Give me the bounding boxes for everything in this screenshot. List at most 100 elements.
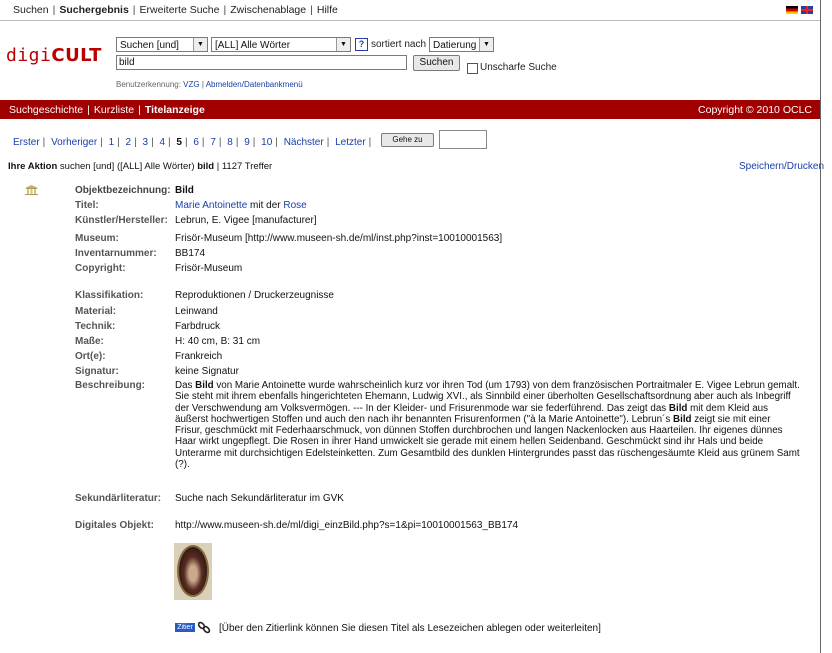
search-field-value: [ALL] Alle Wörter	[215, 40, 291, 51]
field-value-signatur: keine Signatur	[175, 366, 239, 377]
pager-page-8[interactable]: 8	[227, 137, 233, 148]
page-frame: Suchen | Suchergebnis | Erweiterte Suche | Zwi…	[0, 0, 824, 653]
separator: |	[42, 137, 46, 148]
goto-page-input[interactable]	[439, 130, 487, 149]
result-navbar: Suchgeschichte | Kurzliste | Titelanzeige Co…	[0, 100, 820, 119]
action-summary: Ihre Aktion suchen [und] ([ALL] Alle Wör…	[8, 161, 272, 172]
field-label-klassifikation: Klassifikation:	[75, 290, 144, 301]
search-mode-select[interactable]: Suchen [und] ▼	[116, 37, 208, 52]
pager-page-7[interactable]: 7	[210, 137, 216, 148]
field-label-signatur: Signatur:	[75, 366, 119, 377]
title-link-marie-antoinette[interactable]: Marie Antoinette	[175, 200, 247, 211]
pager-next[interactable]: Nächster	[284, 137, 324, 148]
artist-link[interactable]: Lebrun, E. Vigee [manufacturer]	[175, 215, 317, 226]
field-value-technik: Farbdruck	[175, 321, 221, 332]
separator: |	[252, 137, 256, 148]
pager-page-6[interactable]: 6	[193, 137, 199, 148]
action-label: Ihre Aktion	[8, 161, 58, 172]
desc-highlight: Bild	[673, 413, 692, 425]
separator: |	[87, 104, 90, 116]
pager-last[interactable]: Letzter	[335, 137, 366, 148]
secondary-literature-link[interactable]: Suche nach Sekundärliteratur im GVK	[175, 493, 344, 504]
user-line: Benutzerkennung: VZG | Abmelden/Datenban…	[116, 80, 303, 89]
action-term: bild	[197, 161, 215, 172]
field-label-beschreibung: Beschreibung:	[75, 380, 146, 391]
chevron-down-icon: ▼	[193, 38, 207, 51]
museum-object-icon	[25, 185, 38, 195]
nav-hilfe[interactable]: Hilfe	[317, 4, 338, 16]
logo-part2: CULT	[51, 45, 102, 66]
separator: |	[216, 161, 220, 172]
nav-suchgeschichte[interactable]: Suchgeschichte	[9, 104, 83, 116]
pager-page-9[interactable]: 9	[244, 137, 250, 148]
field-label-material: Material:	[75, 306, 117, 317]
field-label-ort: Ort(e):	[75, 351, 106, 362]
top-navigation: Suchen | Suchergebnis | Erweiterte Suche | Zwi…	[0, 0, 820, 21]
separator: |	[368, 137, 372, 148]
chevron-down-icon: ▼	[336, 38, 350, 51]
logout-link[interactable]: Abmelden/Datenbankmenü	[206, 80, 303, 89]
title-text: mit der	[247, 200, 284, 211]
field-value-copyright: Frisör-Museum	[175, 263, 243, 274]
field-value-masse: H: 40 cm, B: 31 cm	[175, 336, 261, 347]
title-link-rose[interactable]: Rose	[283, 200, 306, 211]
pager-page-10[interactable]: 10	[261, 137, 272, 148]
nav-suchen[interactable]: Suchen	[13, 4, 49, 16]
separator: |	[100, 137, 103, 148]
museum-link[interactable]: Frisör-Museum [http://www.museen-sh.de/m…	[175, 233, 502, 244]
desc-text: Das	[175, 380, 196, 391]
digital-object-link[interactable]: http://www.museen-sh.de/ml/digi_einzBild…	[175, 520, 518, 531]
field-label-objekt: Objektbezeichnung:	[75, 185, 171, 196]
separator: |	[201, 137, 205, 148]
field-value-material: Leinwand	[175, 306, 218, 317]
field-value-beschreibung: Das Bild von Marie Antoinette wurde wahr…	[175, 380, 800, 470]
search-button[interactable]: Suchen	[413, 55, 460, 71]
sort-value: Datierung	[433, 40, 477, 51]
field-label-masse: Maße:	[75, 336, 104, 347]
nav-zwischenablage[interactable]: Zwischenablage	[230, 4, 306, 16]
cite-button[interactable]: Zitier	[175, 623, 195, 632]
pager-page-4[interactable]: 4	[159, 137, 165, 148]
pager-page-3[interactable]: 3	[143, 137, 149, 148]
separator: |	[326, 137, 330, 148]
sort-label: sortiert nach	[371, 39, 427, 50]
separator: |	[275, 137, 278, 148]
english-flag-icon[interactable]	[801, 6, 813, 14]
user-id-link[interactable]: VZG	[183, 80, 199, 89]
field-label-museum: Museum:	[75, 233, 119, 244]
separator: |	[117, 137, 120, 148]
nav-erweiterte-suche[interactable]: Erweiterte Suche	[140, 4, 220, 16]
pager-page-1[interactable]: 1	[109, 137, 115, 148]
pager-page-2[interactable]: 2	[126, 137, 132, 148]
field-label-digital: Digitales Objekt:	[75, 520, 154, 531]
separator: |	[310, 4, 313, 16]
fuzzy-search-label: Unscharfe Suche	[480, 62, 557, 73]
copyright-notice: Copyright © 2010 OCLC	[698, 104, 812, 116]
action-text: suchen [und] ([ALL] Alle Wörter)	[59, 161, 195, 172]
field-label-kuenstler: Künstler/Hersteller:	[75, 215, 168, 226]
field-label-sekundaer: Sekundärliteratur:	[75, 493, 162, 504]
save-print-link[interactable]: Speichern/Drucken	[739, 161, 824, 172]
nav-kurzliste[interactable]: Kurzliste	[94, 104, 134, 116]
fuzzy-search-checkbox[interactable]	[467, 63, 478, 74]
pager-prev[interactable]: Vorheriger	[51, 137, 97, 148]
nav-titelanzeige[interactable]: Titelanzeige	[145, 104, 205, 116]
user-label: Benutzerkennung:	[116, 80, 181, 89]
goto-button[interactable]: Gehe zu	[381, 133, 434, 147]
pager-first[interactable]: Erster	[13, 137, 40, 148]
search-mode-value: Suchen [und]	[120, 40, 179, 51]
portrait-thumbnail[interactable]	[174, 543, 212, 600]
chain-link-icon[interactable]	[197, 621, 211, 634]
field-label-technik: Technik:	[75, 321, 116, 332]
nav-suchergebnis[interactable]: Suchergebnis	[59, 4, 128, 16]
german-flag-icon[interactable]	[786, 6, 798, 14]
field-label-copyright: Copyright:	[75, 263, 126, 274]
desc-highlight: Bild	[668, 402, 688, 414]
help-icon[interactable]: ?	[355, 38, 368, 51]
search-field-select[interactable]: [ALL] Alle Wörter ▼	[211, 37, 351, 52]
separator: |	[134, 137, 137, 148]
sort-select[interactable]: Datierung ▼	[429, 37, 494, 52]
separator: |	[138, 104, 141, 116]
search-input[interactable]: bild	[116, 55, 407, 70]
field-value-ort: Frankreich	[175, 351, 223, 362]
